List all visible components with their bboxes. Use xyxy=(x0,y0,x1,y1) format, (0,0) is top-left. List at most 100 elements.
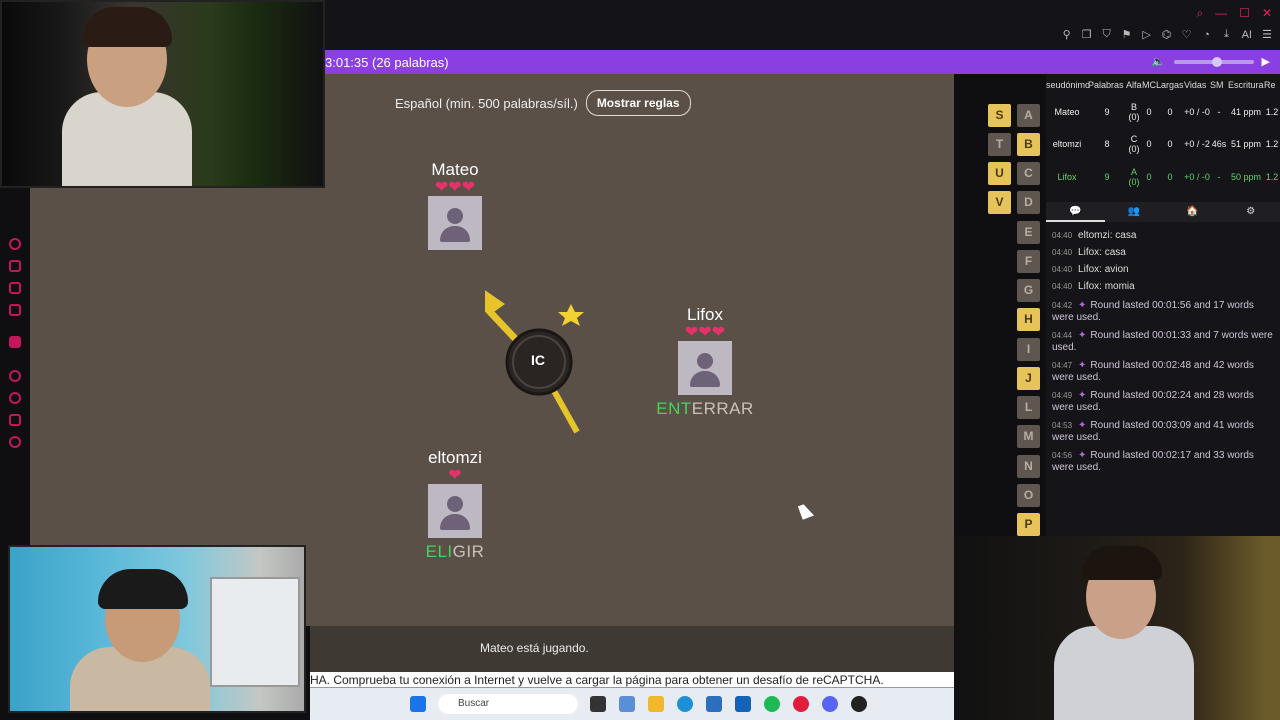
close-icon[interactable]: ✕ xyxy=(1262,6,1272,21)
player-name: Lifox xyxy=(687,305,723,324)
chat-tab-icon[interactable]: 💬 xyxy=(1046,202,1105,222)
chat-text: eltomzi: casa xyxy=(1078,230,1137,241)
player-icon[interactable] xyxy=(9,370,21,382)
windows-start-icon[interactable] xyxy=(410,696,426,712)
speaker-icon[interactable]: 🔈 xyxy=(1152,55,1166,68)
show-rules-button[interactable]: Mostrar reglas xyxy=(585,90,691,116)
taskbar-search[interactable]: Buscar xyxy=(438,694,578,714)
chat-system-message: 04:47 ✦ Round lasted 00:02:48 and 42 words… xyxy=(1052,360,1254,383)
history-icon[interactable] xyxy=(9,238,21,250)
syllable-label: IC xyxy=(531,352,545,368)
ai-button[interactable]: AI xyxy=(1242,29,1252,41)
discord-icon[interactable] xyxy=(822,696,838,712)
cell-alpha: B (0) xyxy=(1128,102,1140,122)
cell-lives: +0 / -0 xyxy=(1184,107,1210,117)
opera-icon[interactable] xyxy=(793,696,809,712)
letter-tile: V xyxy=(988,191,1011,214)
player-hearts: ❤❤❤ xyxy=(684,324,726,341)
instagram-icon[interactable] xyxy=(9,304,21,316)
clock-icon[interactable] xyxy=(9,392,21,404)
chat-message: 04:40 Lifox: avion xyxy=(1052,264,1276,276)
stats-row-self: Lifox 9 A (0) 0 0 +0 / -0 - 50 ppm 1.2 xyxy=(1046,162,1280,192)
photos-icon[interactable] xyxy=(619,696,635,712)
col-header[interactable]: Escritura xyxy=(1228,80,1264,90)
chat-system-message: 04:44 ✦ Round lasted 00:01:33 and 7 words … xyxy=(1052,330,1273,353)
col-header[interactable]: seudónimo xyxy=(1046,80,1090,90)
chat-timestamp: 04:49 xyxy=(1052,391,1073,400)
chat-timestamp: 04:40 xyxy=(1052,231,1073,240)
col-header[interactable]: Largas xyxy=(1156,80,1184,90)
col-header[interactable]: MC xyxy=(1142,80,1156,90)
minimize-icon[interactable]: — xyxy=(1215,6,1227,21)
cell-long: 0 xyxy=(1167,139,1173,149)
col-header[interactable]: Palabras xyxy=(1088,80,1126,90)
cell-lives: +0 / -0 xyxy=(1184,172,1210,182)
letter-tile: D xyxy=(1017,191,1040,214)
collapse-icon[interactable]: ▶ xyxy=(1262,55,1270,68)
chat-timestamp: 04:40 xyxy=(1052,265,1073,274)
store-icon[interactable] xyxy=(706,696,722,712)
letter-tile: E xyxy=(1017,221,1040,244)
chat-timestamp: 04:40 xyxy=(1052,248,1073,257)
play-icon[interactable]: ▷ xyxy=(1142,28,1152,41)
download-icon[interactable]: ⤓ xyxy=(1222,28,1232,41)
cell-mc: 0 xyxy=(1146,172,1152,182)
cell-name: eltomzi xyxy=(1052,139,1082,149)
current-word: ENTERRAR xyxy=(645,399,765,419)
col-header[interactable]: Vidas xyxy=(1184,80,1210,90)
folder-icon[interactable] xyxy=(648,696,664,712)
cell-words: 9 xyxy=(1104,107,1110,117)
col-header[interactable]: SM xyxy=(1210,80,1228,90)
letter-tile: U xyxy=(988,162,1011,185)
maximize-icon[interactable]: ☐ xyxy=(1239,6,1250,21)
status-bar: Mateo está jugando. xyxy=(310,626,954,672)
chat-system-message: 04:42 ✦ Round lasted 00:01:56 and 17 words… xyxy=(1052,300,1254,323)
chat-timestamp: 04:53 xyxy=(1052,421,1073,430)
pin-icon[interactable]: ⚲ xyxy=(1062,28,1072,41)
menu-icon[interactable]: ☰ xyxy=(1262,28,1272,41)
chat-timestamp: 04:56 xyxy=(1052,451,1073,460)
players-tab-icon[interactable]: 👥 xyxy=(1105,202,1164,222)
player-eltomzi: eltomzi ❤ ELIGIR xyxy=(395,448,515,562)
wallet-icon[interactable]: ◔ xyxy=(1202,29,1212,41)
bulb-icon[interactable] xyxy=(9,414,21,426)
letter-tile: F xyxy=(1017,250,1040,273)
volume-slider[interactable] xyxy=(1173,56,1254,67)
remaining-part: GIR xyxy=(452,542,485,561)
col-header[interactable]: Re xyxy=(1264,80,1280,90)
flow-icon[interactable]: ⌬ xyxy=(1162,28,1172,41)
volume-control[interactable]: 🔈 ▶ xyxy=(1152,55,1270,68)
player-hearts: ❤ xyxy=(448,467,462,484)
twitch-icon[interactable] xyxy=(9,336,21,348)
spotify-icon[interactable] xyxy=(764,696,780,712)
bag-icon[interactable] xyxy=(9,260,21,272)
letter-tile: N xyxy=(1017,455,1040,478)
chat-text: Lifox: avion xyxy=(1078,264,1129,275)
room-tab-icon[interactable]: 🏠 xyxy=(1163,202,1222,222)
chat-timestamp: 04:47 xyxy=(1052,361,1073,370)
cell-sm: - xyxy=(1217,107,1221,117)
player-name: Mateo xyxy=(431,160,479,179)
chat-system-message: 04:56 ✦ Round lasted 00:02:17 and 33 words… xyxy=(1052,450,1254,473)
task-view-icon[interactable] xyxy=(590,696,606,712)
outlook-icon[interactable] xyxy=(735,696,751,712)
letter-tile: M xyxy=(1017,425,1040,448)
cell-alpha: A (0) xyxy=(1128,167,1140,187)
search-icon[interactable]: ⌕ xyxy=(1196,6,1203,21)
settings-tab-icon[interactable]: ⚙ xyxy=(1222,202,1280,222)
obs-icon[interactable] xyxy=(851,696,867,712)
captcha-error: HA. Comprueba tu conexión a Internet y v… xyxy=(310,672,954,688)
settings-icon[interactable] xyxy=(9,436,21,448)
heart-icon[interactable]: ♡ xyxy=(1182,28,1192,41)
tabs-icon[interactable]: ❐ xyxy=(1082,28,1092,41)
cell-long: 0 xyxy=(1167,107,1173,117)
shield-icon[interactable]: ⛉ xyxy=(1102,28,1112,41)
cell-name: Lifox xyxy=(1057,172,1077,182)
edge-icon[interactable] xyxy=(677,696,693,712)
col-header[interactable]: Alfa xyxy=(1126,80,1142,90)
messenger-icon[interactable] xyxy=(9,282,21,294)
cell-sm: 46s xyxy=(1211,139,1227,149)
translate-icon[interactable]: ⚑ xyxy=(1122,28,1132,41)
letter-tile: B xyxy=(1017,133,1040,156)
chat-message: 04:40 eltomzi: casa xyxy=(1052,230,1276,242)
